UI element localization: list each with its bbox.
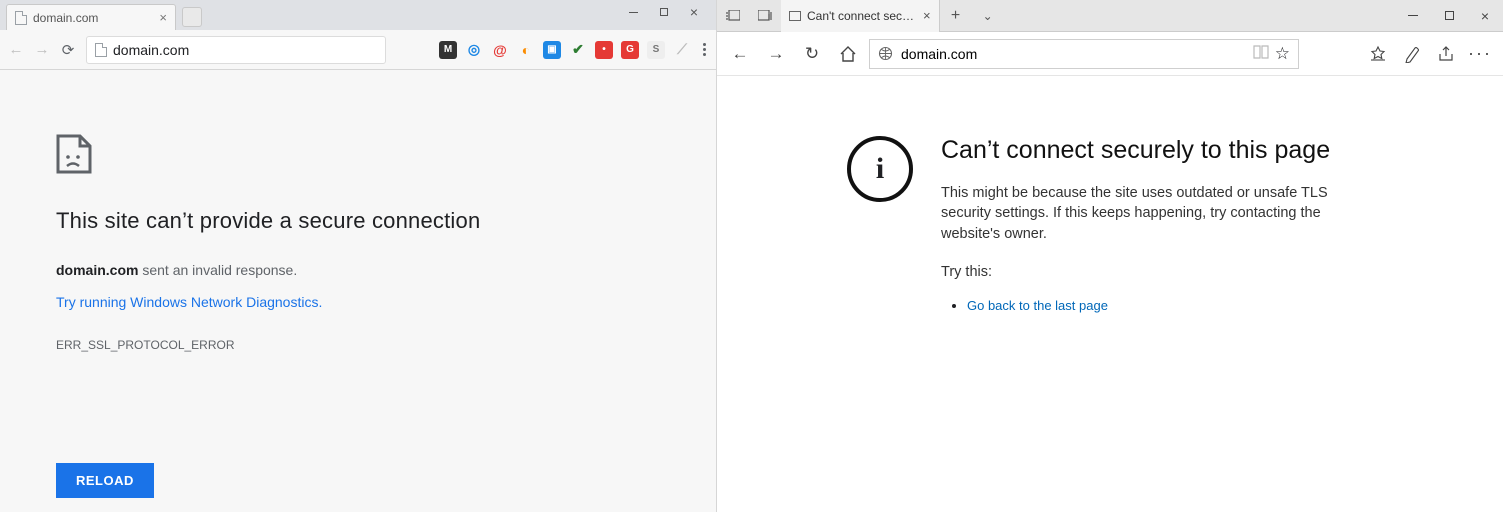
edge-window: Can't connect securely t × + ⌄ × ← → ↻: [716, 0, 1503, 512]
tabs-set-aside-icon[interactable]: [749, 0, 781, 32]
address-bar[interactable]: [86, 36, 386, 64]
globe-icon: [878, 46, 893, 61]
error-heading: Can’t connect securely to this page: [941, 136, 1371, 165]
forward-button[interactable]: →: [34, 41, 50, 58]
new-tab-button[interactable]: +: [940, 0, 972, 32]
try-this-label: Try this:: [941, 262, 1371, 282]
extension-icon[interactable]: M: [439, 41, 457, 59]
extension-icon[interactable]: G: [621, 41, 639, 59]
extension-icon[interactable]: ▣: [543, 41, 561, 59]
chrome-window-controls: ×: [629, 0, 716, 24]
edge-error-page: i Can’t connect securely to this page Th…: [717, 76, 1503, 512]
chrome-error-page: This site can’t provide a secure connect…: [0, 70, 716, 512]
tab-actions-icon[interactable]: ⌄: [972, 0, 1004, 32]
home-button[interactable]: [833, 39, 863, 69]
minimize-icon[interactable]: [629, 12, 638, 13]
edge-tab[interactable]: Can't connect securely t ×: [781, 0, 940, 32]
chrome-tab-strip: domain.com × ×: [0, 0, 716, 30]
error-heading: This site can’t provide a secure connect…: [56, 208, 716, 234]
reading-view-icon[interactable]: [1253, 45, 1269, 62]
edge-title-bar: Can't connect securely t × + ⌄ ×: [717, 0, 1503, 32]
favorites-bar-icon[interactable]: [1363, 39, 1393, 69]
edge-toolbar: ← → ↻ ☆: [717, 32, 1503, 76]
extension-icon[interactable]: ⟋: [673, 41, 691, 59]
error-text: sent an invalid response.: [138, 262, 297, 278]
close-tab-icon[interactable]: ×: [159, 10, 167, 25]
close-window-icon[interactable]: ×: [1467, 0, 1503, 32]
extension-row: M ◎ @ ◐ ▣ ✔ • GS ⟋: [439, 41, 691, 59]
address-input[interactable]: [113, 42, 377, 58]
tab-title: domain.com: [33, 11, 153, 25]
diagnostics-link[interactable]: Try running Windows Network Diagnostics.: [56, 294, 716, 310]
extension-icon[interactable]: ✔: [569, 41, 587, 59]
chrome-toolbar: ← → ⟳ M ◎ @ ◐ ▣ ✔ • GS ⟋: [0, 30, 716, 70]
chrome-menu-icon[interactable]: [701, 43, 708, 56]
extension-icon[interactable]: ◎: [465, 41, 483, 59]
back-button[interactable]: ←: [725, 39, 755, 69]
share-icon[interactable]: [1431, 39, 1461, 69]
sad-document-icon: [56, 134, 716, 174]
notes-icon[interactable]: [1397, 39, 1427, 69]
new-tab-button[interactable]: [182, 7, 202, 27]
back-button[interactable]: ←: [8, 41, 24, 58]
page-icon: [789, 11, 801, 21]
error-host: domain.com: [56, 262, 138, 278]
chrome-window: domain.com × × ← → ⟳ M ◎ @ ◐ ▣ ✔ • GS ⟋: [0, 0, 716, 512]
error-message: domain.com sent an invalid response.: [56, 262, 716, 278]
close-window-icon[interactable]: ×: [690, 7, 698, 17]
error-body: This might be because the site uses outd…: [941, 183, 1371, 244]
extension-icon[interactable]: •: [595, 41, 613, 59]
refresh-button[interactable]: ↻: [797, 39, 827, 69]
maximize-icon[interactable]: [660, 8, 668, 16]
tab-title: Can't connect securely t: [807, 9, 917, 23]
extension-icon[interactable]: @: [491, 41, 509, 59]
page-icon: [15, 11, 27, 25]
address-input[interactable]: [901, 46, 1241, 62]
go-back-link[interactable]: Go back to the last page: [967, 298, 1108, 313]
reload-button[interactable]: ⟳: [60, 41, 76, 59]
favorite-icon[interactable]: ☆: [1275, 44, 1290, 64]
edge-window-controls: ×: [1395, 0, 1503, 32]
close-tab-icon[interactable]: ×: [923, 8, 931, 23]
maximize-icon[interactable]: [1431, 0, 1467, 32]
more-icon[interactable]: ···: [1465, 39, 1495, 69]
forward-button[interactable]: →: [761, 39, 791, 69]
error-code: ERR_SSL_PROTOCOL_ERROR: [56, 338, 716, 352]
extension-icon[interactable]: ◐: [517, 41, 535, 59]
info-icon: i: [847, 136, 913, 202]
set-aside-tabs-icon[interactable]: [717, 0, 749, 32]
extension-icon[interactable]: S: [647, 41, 665, 59]
chrome-tab[interactable]: domain.com ×: [6, 4, 176, 30]
address-bar[interactable]: ☆: [869, 39, 1299, 69]
page-icon: [95, 43, 107, 57]
minimize-icon[interactable]: [1395, 0, 1431, 32]
reload-page-button[interactable]: RELOAD: [56, 463, 154, 498]
